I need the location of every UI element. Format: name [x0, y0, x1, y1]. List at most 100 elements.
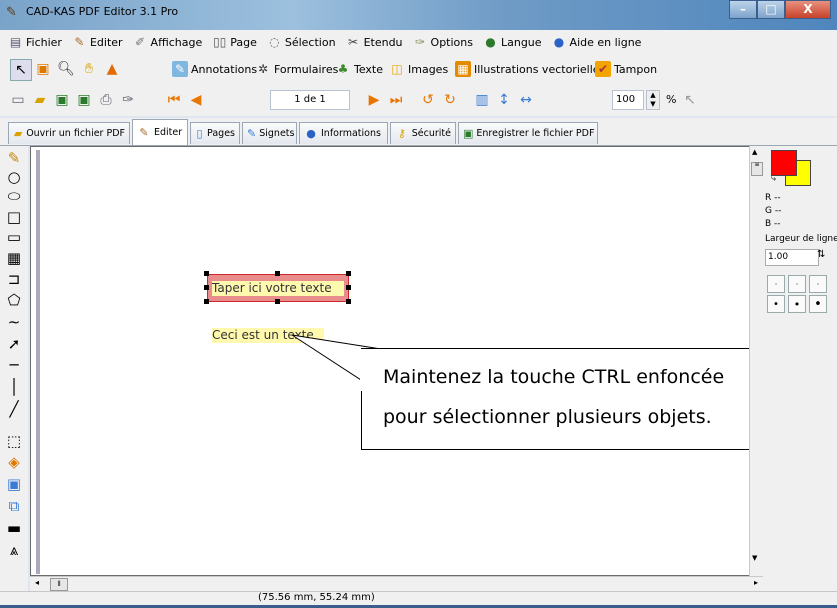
save-icon[interactable]: ▣	[52, 90, 72, 110]
chevron-up-icon[interactable]: ⩓	[4, 540, 24, 560]
dash-style-button[interactable]: ·	[809, 275, 827, 293]
scroll-down-icon[interactable]: ▼	[752, 554, 757, 562]
menu-fichier[interactable]: ▤ Fichier	[6, 35, 64, 50]
swap-colors-icon[interactable]: ⤷	[771, 174, 776, 184]
text-annotation-content[interactable]: Taper ici votre texte	[212, 281, 344, 296]
pencil-icon[interactable]: ✎	[4, 148, 24, 168]
tab-informations[interactable]: ● Informations	[299, 122, 388, 144]
formulaires-button[interactable]: ✲ Formulaires	[255, 61, 338, 77]
zoom-spinner[interactable]: ▲ ▼	[646, 90, 660, 110]
grid-icon[interactable]: ▦	[4, 248, 24, 268]
menu-etendu[interactable]: ✂ Etendu	[344, 35, 405, 50]
vertical-scrollbar[interactable]: ▲ ≡ ▼	[749, 146, 763, 576]
resize-handle[interactable]	[204, 271, 209, 276]
resize-handle[interactable]	[346, 285, 351, 290]
ungroup-icon[interactable]: ⧉	[4, 496, 24, 516]
ruler-icon[interactable]: ▣	[33, 59, 53, 79]
scroll-thumb[interactable]: ⦀	[50, 578, 68, 591]
annotations-button[interactable]: ✎ Annotations	[172, 61, 257, 77]
circle-icon[interactable]: ○	[4, 167, 24, 187]
page-number-field[interactable]: 1 de 1	[270, 90, 350, 110]
polyline-icon[interactable]: ⊐	[4, 269, 24, 289]
blue-value: B --	[765, 219, 781, 229]
resize-handle[interactable]	[204, 299, 209, 304]
tab-enregistrer[interactable]: ▣ Enregistrer le fichier PDF	[458, 122, 598, 144]
save-as-icon[interactable]: ▣	[74, 90, 94, 110]
properties-panel: ⤷ R -- G -- B -- Largeur de ligne 1.00 ⇅…	[763, 146, 837, 591]
scroll-right-icon[interactable]: ▸	[754, 578, 758, 587]
resize-handle[interactable]	[204, 285, 209, 290]
images-button[interactable]: ◫ Images	[389, 61, 448, 77]
first-page-icon[interactable]: ⏮	[164, 90, 184, 110]
rotate-left-icon[interactable]: ↺	[418, 90, 438, 110]
dash-style-button[interactable]: ·	[788, 275, 806, 293]
menu-affichage[interactable]: ✐ Affichage	[131, 35, 205, 50]
tab-ouvrir[interactable]: ▰ Ouvrir un fichier PDF	[8, 122, 130, 144]
select-tool-button[interactable]: ↖	[10, 59, 32, 81]
resize-handle[interactable]	[346, 271, 351, 276]
menu-options[interactable]: ✑ Options	[411, 35, 475, 50]
group-icon[interactable]: ▣	[4, 474, 24, 494]
line-width-spinner[interactable]: ⇅	[817, 249, 825, 260]
scroll-thumb[interactable]: ≡	[751, 162, 763, 176]
hand-icon[interactable]: ✋︎	[79, 59, 99, 79]
horizontal-scrollbar[interactable]: ◂ ⦀ ▸	[30, 576, 763, 591]
pdf-icon[interactable]: ✑	[118, 90, 138, 110]
dot-size-button[interactable]: •	[788, 295, 806, 313]
primary-color-swatch[interactable]	[771, 150, 797, 176]
pen-icon: ✎	[74, 34, 85, 49]
open-folder-icon[interactable]: ▰	[30, 90, 50, 110]
square-icon[interactable]: □	[4, 207, 24, 227]
text-annotation-selected[interactable]: Taper ici votre texte	[207, 274, 349, 302]
close-button[interactable]: X	[785, 0, 831, 19]
texte-button[interactable]: ♣ Texte	[335, 61, 383, 77]
fit-height-icon[interactable]: ↕	[494, 90, 514, 110]
ellipse-icon[interactable]: ⬭	[4, 186, 24, 206]
maximize-button[interactable]: □	[757, 0, 785, 19]
curve-icon[interactable]: ∼	[4, 312, 24, 332]
menu-editer[interactable]: ✎ Editer	[70, 35, 125, 50]
magnifier-icon[interactable]: 🔍︎	[56, 59, 76, 79]
tab-editer[interactable]: ✎ Editer	[132, 119, 188, 145]
previous-page-icon[interactable]: ◀	[186, 90, 206, 110]
horizontal-line-icon[interactable]: ─	[4, 355, 24, 375]
tab-pages[interactable]: ▯ Pages	[190, 122, 240, 144]
tab-securite[interactable]: ⚷ Sécurité	[390, 122, 456, 144]
menu-langue[interactable]: ● Langue	[481, 35, 544, 50]
new-file-icon[interactable]: ▭	[8, 90, 28, 110]
fill-icon[interactable]: ◈	[4, 452, 24, 472]
tab-signets[interactable]: ✎ Signets	[242, 122, 297, 144]
dot-size-button[interactable]: •	[767, 295, 785, 313]
print-icon[interactable]: ⎙	[96, 90, 116, 110]
rotate-right-icon[interactable]: ↻	[440, 90, 460, 110]
resize-handle[interactable]	[275, 271, 280, 276]
dash-style-button[interactable]: ·	[767, 275, 785, 293]
arrow-icon[interactable]: ➚	[4, 334, 24, 354]
selection-box-icon[interactable]: ⬚	[4, 431, 24, 451]
scroll-up-icon[interactable]: ▲	[752, 148, 757, 156]
line-width-icon[interactable]: ▬	[4, 518, 24, 538]
illustrations-button[interactable]: ▦ Illustrations vectorielles	[455, 61, 605, 77]
rectangle-icon[interactable]: ▭	[4, 227, 24, 247]
gear-icon: ✲	[257, 62, 269, 76]
next-page-icon[interactable]: ▶	[364, 90, 384, 110]
resize-handle[interactable]	[275, 299, 280, 304]
menu-page[interactable]: ▯▯ Page	[210, 35, 259, 50]
dot-size-button[interactable]: •	[809, 295, 827, 313]
tampon-button[interactable]: ✔ Tampon	[595, 61, 657, 77]
fit-width-icon[interactable]: ↔	[516, 90, 536, 110]
menu-aide[interactable]: ● Aide en ligne	[550, 35, 644, 50]
pointer-icon[interactable]: ↖	[680, 90, 700, 110]
last-page-icon[interactable]: ⏭	[386, 90, 406, 110]
minimize-button[interactable]: –	[729, 0, 757, 19]
zoom-field[interactable]: 100	[612, 90, 644, 110]
fit-page-icon[interactable]: ▥	[472, 90, 492, 110]
menu-selection[interactable]: ◌ Sélection	[265, 35, 338, 50]
scroll-left-icon[interactable]: ◂	[35, 578, 39, 587]
vertical-line-icon[interactable]: │	[4, 377, 24, 397]
line-width-field[interactable]: 1.00	[765, 249, 819, 266]
polygon-icon[interactable]: ⬠	[4, 290, 24, 310]
resize-handle[interactable]	[346, 299, 351, 304]
triangle-icon[interactable]: ▲	[102, 59, 122, 79]
diagonal-line-icon[interactable]: ╱	[4, 399, 24, 419]
